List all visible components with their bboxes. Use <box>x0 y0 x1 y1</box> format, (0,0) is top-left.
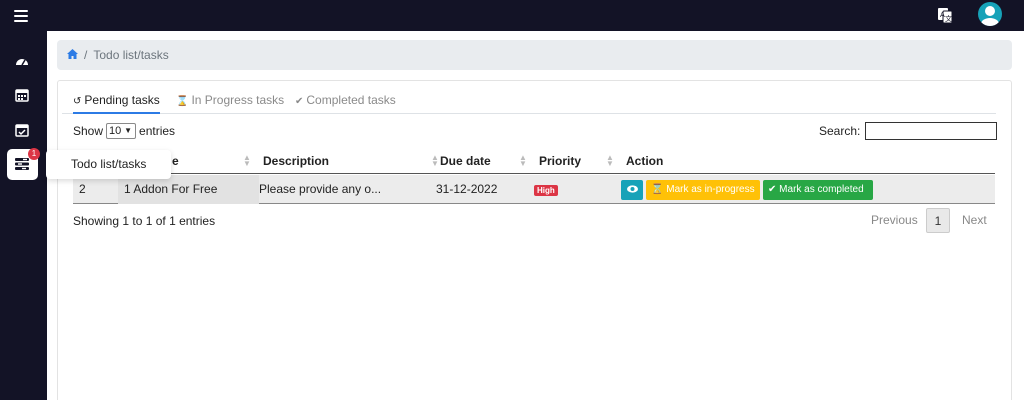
search-input[interactable] <box>865 122 998 140</box>
hourglass-icon: ⌛ <box>176 96 189 107</box>
tab-completed-tasks[interactable]: ✔ Completed tasks <box>295 88 396 114</box>
dashboard-icon[interactable] <box>15 54 29 68</box>
column-due-date-header[interactable]: Due date <box>440 150 491 172</box>
chevron-down-icon: ▼ <box>124 126 133 135</box>
page-size-select[interactable]: 10 ▼ <box>106 123 137 139</box>
check-icon: ✔ <box>295 96 304 107</box>
eye-icon <box>626 184 638 195</box>
sort-icon[interactable]: ▲ ▼ <box>243 154 251 168</box>
show-label: Show <box>73 124 104 138</box>
home-icon[interactable] <box>67 48 78 62</box>
calendar-check-icon[interactable] <box>15 123 29 137</box>
next-page-button[interactable]: Next <box>962 208 987 233</box>
table-info: Showing 1 to 1 of 1 entries <box>73 214 216 228</box>
check-icon: ✔ <box>768 184 777 195</box>
hamburger-menu-icon[interactable] <box>14 9 28 23</box>
hourglass-icon: ⌛ <box>651 184 664 195</box>
row-title: 1 Addon For Free <box>124 182 218 196</box>
translate-icon[interactable]: A文 <box>938 7 953 24</box>
table-header: e ▲ ▼ Description ▲ ▼ Due date ▲ ▼ Priority… <box>73 150 995 174</box>
task-tabs: ↺ Pending tasks ⌛ In Progress tasks ✔ Compl… <box>62 88 996 114</box>
previous-page-button[interactable]: Previous <box>871 208 918 233</box>
calendar-icon[interactable] <box>15 88 29 102</box>
entries-label: entries <box>139 124 176 138</box>
tasks-icon <box>15 158 29 173</box>
search-label: Search: <box>819 124 861 138</box>
column-action-header: Action <box>626 154 664 168</box>
row-id: 2 <box>79 182 86 196</box>
table-search: Search: <box>819 122 998 140</box>
column-description-header[interactable]: Description <box>263 150 329 172</box>
user-avatar-icon[interactable] <box>978 2 1002 26</box>
row-description: Please provide any o... <box>259 182 382 196</box>
sort-icon[interactable]: ▲ ▼ <box>431 154 439 168</box>
row-due-date: 31-12-2022 <box>436 182 498 196</box>
history-icon: ↺ <box>73 96 82 107</box>
mark-completed-button[interactable]: ✔ Mark as completed <box>763 180 873 200</box>
sort-icon[interactable]: ▲ ▼ <box>519 154 527 168</box>
column-priority-header[interactable]: Priority <box>539 150 581 172</box>
sidebar: 1 <box>0 31 47 400</box>
sort-icon[interactable]: ▲ ▼ <box>606 154 614 168</box>
breadcrumb: / Todo list/tasks <box>57 40 1012 70</box>
tab-in-progress-tasks[interactable]: ⌛ In Progress tasks <box>176 88 284 114</box>
view-task-button[interactable] <box>621 180 643 200</box>
sidebar-tooltip: Todo list/tasks <box>46 150 171 179</box>
tab-pending-tasks[interactable]: ↺ Pending tasks <box>73 88 160 114</box>
top-navbar: A文 <box>0 0 1024 31</box>
column-title-header[interactable]: e <box>172 150 179 172</box>
breadcrumb-separator: / <box>84 48 88 62</box>
tasks-count-badge: 1 <box>28 148 40 160</box>
table-row: 2 1 Addon For Free Please provide any o.… <box>73 175 995 204</box>
mark-in-progress-button[interactable]: ⌛ Mark as in-progress <box>646 180 760 200</box>
svg-text:文: 文 <box>945 14 952 23</box>
breadcrumb-current: Todo list/tasks <box>93 48 169 62</box>
show-entries-control: Show 10 ▼ entries <box>73 123 175 139</box>
page-button-1[interactable]: 1 <box>926 208 950 233</box>
priority-badge: High <box>534 185 558 196</box>
